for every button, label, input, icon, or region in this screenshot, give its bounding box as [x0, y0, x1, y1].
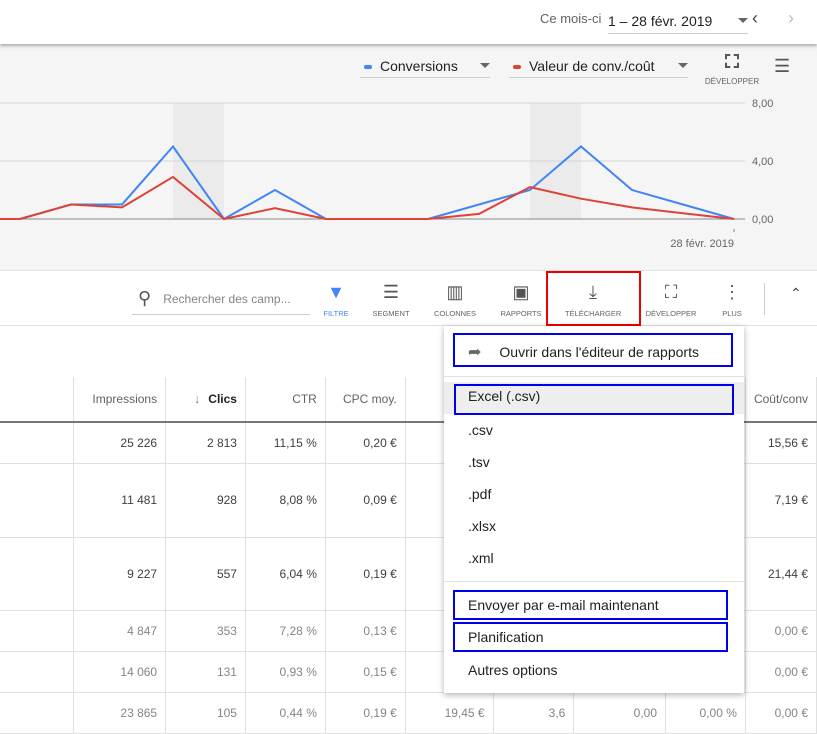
- table-cell: 0,13 €: [325, 610, 405, 651]
- top-bar: Ce mois-ci 1 – 28 févr. 2019 ‹ ›: [0, 0, 817, 44]
- search-icon: ⚲: [138, 288, 151, 309]
- line-chart: 0,00 4,00 8,00 28 févr. 2019: [0, 44, 817, 270]
- search-input[interactable]: ⚲ Rechercher des camp...: [132, 283, 310, 315]
- table-cell: [0, 537, 74, 610]
- y-tick-label: 4,00: [752, 156, 773, 168]
- table-cell: 0,09 €: [325, 463, 405, 537]
- dropdown-icon: [738, 18, 748, 23]
- table-cell: 557: [166, 537, 246, 610]
- table-cell: 8,08 %: [245, 463, 325, 537]
- menu-item-more-options[interactable]: Autres options: [468, 662, 558, 678]
- highlight-box: [454, 384, 734, 415]
- table-cell: 11,15 %: [245, 422, 325, 463]
- table-cell: 0,00 €: [745, 651, 816, 692]
- table-cell: [0, 463, 74, 537]
- table-cell: 0,20 €: [325, 422, 405, 463]
- table-cell: [0, 651, 74, 692]
- table-cell: 353: [166, 610, 246, 651]
- table-cell: 0,15 €: [325, 651, 405, 692]
- x-tick-label: 28 févr. 2019: [670, 238, 734, 250]
- column-header[interactable]: Impressions: [74, 377, 166, 422]
- chevron-left-icon[interactable]: ‹: [752, 8, 758, 29]
- column-header[interactable]: Coût/conv: [745, 377, 816, 422]
- toolbar-button-label: FILTRE: [308, 309, 364, 318]
- highlight-box: [453, 590, 728, 620]
- chart-panel: Conversions Valeur de conv./coût DÉVELOP…: [0, 44, 817, 270]
- table-cell: 9 227: [74, 537, 166, 610]
- date-range-value: 1 – 28 févr. 2019: [608, 13, 712, 29]
- highlight-download: [546, 271, 641, 326]
- menu-item-format[interactable]: .pdf: [468, 486, 491, 502]
- filter-icon: ▼: [308, 281, 364, 303]
- search-placeholder: Rechercher des camp...: [163, 292, 290, 306]
- toolbar-button-more-vert[interactable]: ⋮ PLUS: [704, 281, 760, 318]
- toolbar-button-reports[interactable]: ▣ RAPPORTS: [493, 281, 549, 318]
- table-cell: 7,19 €: [745, 463, 816, 537]
- table-cell: 0,19 €: [325, 537, 405, 610]
- columns-icon: ▥: [427, 281, 483, 303]
- table-cell: 6,04 %: [245, 537, 325, 610]
- toolbar-button-filter[interactable]: ▼ FILTRE: [308, 281, 364, 318]
- table-cell: 21,44 €: [745, 537, 816, 610]
- series-line-1: [0, 147, 734, 220]
- menu-item-format[interactable]: .tsv: [468, 454, 490, 470]
- more-vert-icon: ⋮: [704, 281, 760, 303]
- column-header[interactable]: CTR: [245, 377, 325, 422]
- table-cell: [0, 610, 74, 651]
- expand-icon: ⛶: [643, 281, 699, 303]
- column-header-label: CTR: [292, 392, 317, 406]
- table-cell: [0, 422, 74, 463]
- toolbar-button-label: RAPPORTS: [493, 309, 549, 318]
- y-tick-label: 8,00: [752, 98, 773, 110]
- table-cell: 0,00 €: [745, 610, 816, 651]
- toolbar-button-label: DÉVELOPPER: [643, 309, 699, 318]
- toolbar-button-label: COLONNES: [427, 309, 483, 318]
- table-toolbar: ⚲ Rechercher des camp... ▼ FILTRE ☰ SEGMENT…: [0, 270, 817, 326]
- download-menu: ➦Ouvrir dans l'éditeur de rapports Excel…: [444, 326, 744, 693]
- column-header[interactable]: CPC moy.: [325, 377, 405, 422]
- toolbar-button-segment[interactable]: ☰ SEGMENT: [363, 281, 419, 318]
- column-header-name: [0, 377, 74, 422]
- table-cell: 928: [166, 463, 246, 537]
- collapse-icon[interactable]: ⌃: [790, 285, 802, 302]
- table-cell: 25 226: [74, 422, 166, 463]
- date-range-select[interactable]: 1 – 28 févr. 2019: [608, 8, 748, 34]
- table-cell: 7,28 %: [245, 610, 325, 651]
- table-cell: 14 060: [74, 651, 166, 692]
- table-cell: 4 847: [74, 610, 166, 651]
- table-cell: 0,93 %: [245, 651, 325, 692]
- highlight-box: [453, 622, 728, 652]
- toolbar-button-expand[interactable]: ⛶ DÉVELOPPER: [643, 281, 699, 318]
- sort-arrow-icon: ↓: [194, 392, 200, 406]
- table-cell: 131: [166, 651, 246, 692]
- toolbar-button-columns[interactable]: ▥ COLONNES: [427, 281, 483, 318]
- menu-item-format[interactable]: .csv: [468, 422, 493, 438]
- column-header[interactable]: ↓ Clics: [166, 377, 246, 422]
- menu-item-format[interactable]: .xlsx: [468, 518, 496, 534]
- chevron-right-icon[interactable]: ›: [788, 8, 794, 29]
- reports-icon: ▣: [493, 281, 549, 303]
- segment-icon: ☰: [363, 281, 419, 303]
- date-preset: Ce mois-ci: [540, 11, 601, 26]
- table-cell: 11 481: [74, 463, 166, 537]
- column-header-label: CPC moy.: [343, 392, 397, 406]
- column-header-label: Impressions: [92, 392, 157, 406]
- toolbar-button-label: SEGMENT: [363, 309, 419, 318]
- divider: [444, 581, 744, 582]
- column-header-label: Clics: [208, 392, 237, 406]
- table-cell: 15,56 €: [745, 422, 816, 463]
- highlight-box: [453, 333, 733, 367]
- toolbar-button-label: PLUS: [704, 309, 760, 318]
- table-cell: 2 813: [166, 422, 246, 463]
- column-header-label: Coût/conv: [754, 392, 808, 406]
- menu-item-format[interactable]: .xml: [468, 550, 494, 566]
- divider: [444, 376, 744, 377]
- y-tick-label: 0,00: [752, 214, 773, 226]
- divider: [764, 283, 765, 315]
